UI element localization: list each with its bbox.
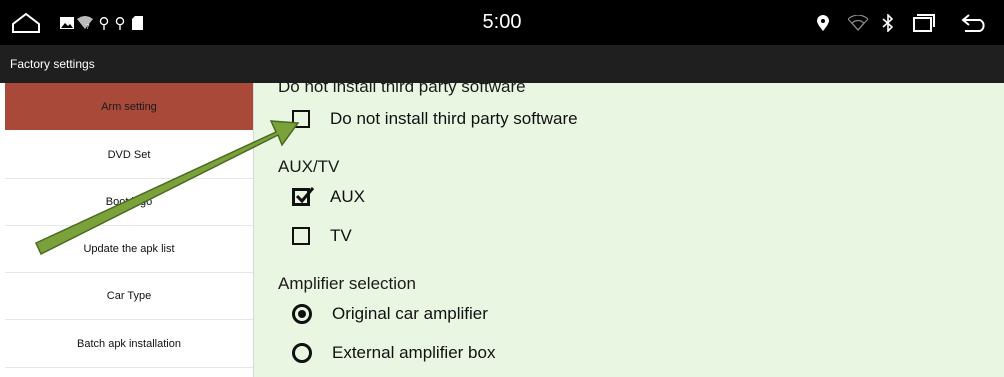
sidebar-item-label: Arm setting — [101, 100, 157, 113]
sidebar-item-label: Update the apk list — [83, 243, 175, 255]
section-title-third-party: Do not install third party software — [278, 83, 526, 96]
sidebar-item-dvd-set[interactable]: DVD Set — [5, 132, 253, 179]
aux-option-label: AUX — [330, 187, 365, 206]
title-bar: Factory settings — [0, 45, 1004, 83]
original-amp-label: Original car amplifier — [332, 304, 488, 323]
tv-option-label: TV — [330, 226, 352, 245]
external-amp-radio-row[interactable]: External amplifier box — [292, 340, 495, 366]
sidebar-item-label: Car Type — [106, 290, 152, 302]
radio-unselected-icon[interactable] — [292, 343, 312, 363]
sidebar-item-label: Boot logo — [105, 196, 153, 208]
recent-apps-icon[interactable] — [910, 0, 938, 45]
wifi-icon — [846, 0, 870, 45]
aux-checkbox-row[interactable]: AUX — [292, 184, 365, 210]
original-amp-radio-row[interactable]: Original car amplifier — [292, 301, 488, 327]
location-pin-icon — [814, 0, 832, 45]
sidebar-item-label: DVD Set — [107, 149, 151, 161]
external-amp-label: External amplifier box — [332, 343, 496, 362]
sidebar-item-car-type[interactable]: Car Type — [5, 273, 253, 320]
status-bar: ? ⚲ ⚲ 5:00 — [0, 0, 1004, 45]
tv-checkbox-row[interactable]: TV — [292, 223, 352, 249]
checkbox-icon[interactable] — [292, 227, 310, 245]
sidebar-item-batch-apk-installation[interactable]: Batch apk installation — [5, 321, 253, 368]
sidebar: Arm setting DVD Set Boot logo Update the… — [0, 83, 254, 377]
checkbox-checked-icon[interactable] — [292, 187, 315, 206]
sidebar-item-arm-setting[interactable]: Arm setting — [5, 83, 253, 130]
checkbox-icon[interactable] — [292, 110, 310, 128]
third-party-option-label: Do not install third party software — [330, 109, 578, 128]
sidebar-item-label: Batch apk installation — [77, 338, 181, 350]
bluetooth-icon — [878, 0, 898, 45]
back-icon[interactable] — [956, 0, 992, 45]
page-title: Factory settings — [10, 57, 95, 71]
third-party-checkbox-row[interactable]: Do not install third party software — [292, 106, 578, 132]
radio-selected-icon[interactable] — [292, 304, 312, 324]
section-title-amplifier: Amplifier selection — [278, 274, 416, 293]
sidebar-item-update-apk-list[interactable]: Update the apk list — [5, 226, 253, 273]
section-title-aux-tv: AUX/TV — [278, 157, 340, 176]
settings-panel: Do not install third party software Do n… — [254, 83, 1004, 377]
sidebar-item-boot-logo[interactable]: Boot logo — [5, 179, 253, 226]
